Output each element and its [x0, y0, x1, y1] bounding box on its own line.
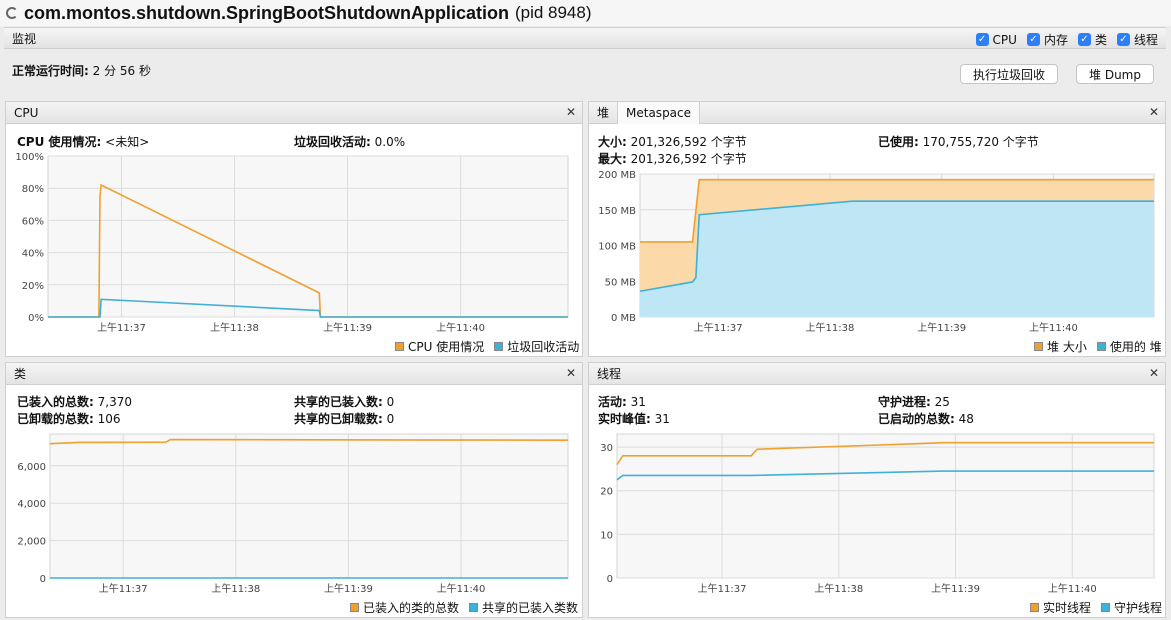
x-tick-label: 上午11:39: [931, 582, 980, 595]
x-tick-label: 上午11:38: [814, 582, 863, 595]
legend-item: 实时线程: [1030, 599, 1091, 616]
y-tick-label: 0: [607, 574, 613, 585]
threads-chart: 0 10 20 30 上午11:37 上午11:38 上午11:39 上午11:40: [600, 433, 1155, 595]
legend-swatch: [1101, 603, 1111, 612]
legend-swatch: [1030, 603, 1039, 612]
x-tick-label: 上午11:37: [698, 582, 747, 595]
legend-item: 守护线程: [1101, 599, 1162, 616]
threads-legend: 实时线程 守护线程: [1030, 599, 1162, 616]
y-tick-label: 30: [600, 443, 613, 454]
y-tick-label: 10: [600, 530, 613, 541]
y-tick-label: 20: [600, 487, 613, 498]
x-tick-label: 上午11:40: [1048, 582, 1097, 595]
